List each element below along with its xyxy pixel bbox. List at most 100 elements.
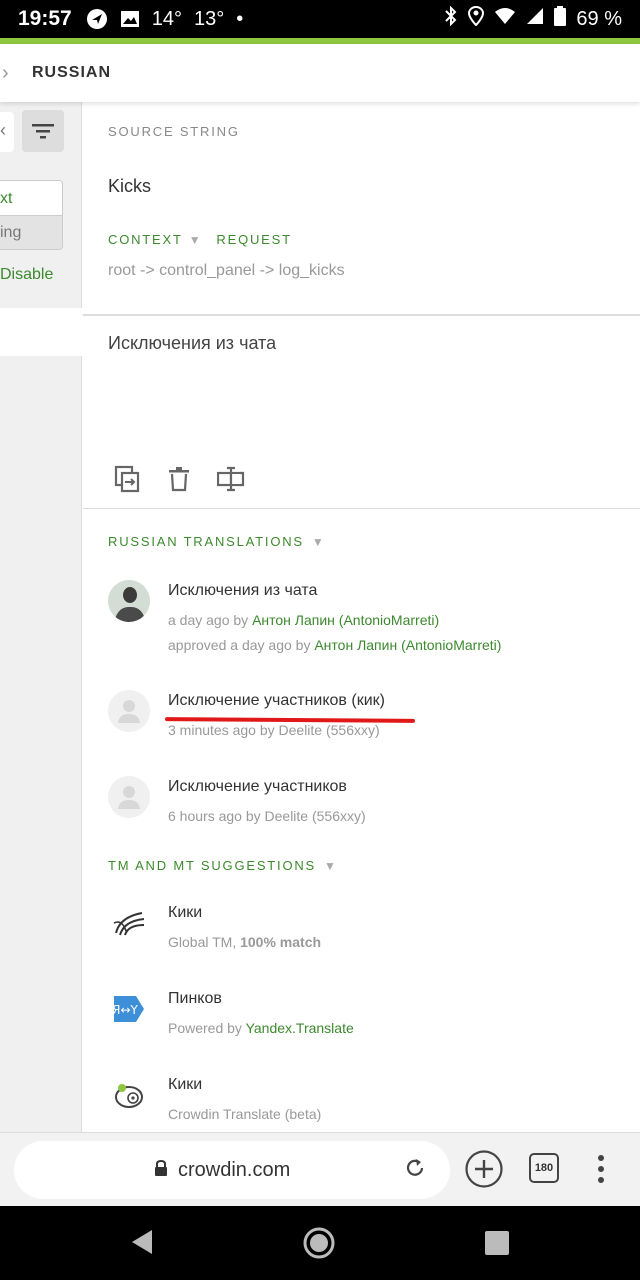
tab-switcher-button[interactable]: 180 [529,1153,559,1183]
filter-button[interactable] [22,110,64,152]
disable-link[interactable]: Disable [0,266,53,284]
battery-icon [554,6,567,32]
add-circle-icon [465,1150,503,1188]
image-icon [120,10,140,28]
suggestion-text: Кики [168,1076,203,1093]
wifi-icon [494,7,516,31]
filter-icon [32,124,54,139]
caret-down-icon[interactable]: ▼ [189,233,203,247]
overflow-menu-button[interactable] [594,1153,608,1185]
global-tm-icon [108,902,150,944]
avatar [108,580,150,622]
suggestion-meta: Powered by Yandex.Translate [168,1020,354,1036]
back-button[interactable] [130,1228,154,1261]
status-bar: 19:57 14° 13° • 69 % [0,0,640,38]
home-icon [303,1227,335,1259]
view-toggle: xt ing [0,180,63,250]
divider [83,508,640,509]
approval-text: approved a day ago by [168,637,315,653]
caret-down-icon[interactable]: ▼ [312,535,326,549]
battery-level: 69 % [576,7,622,30]
trash-icon [169,467,189,492]
author-link[interactable]: Антон Лапин (AntonioMarreti) [252,612,439,628]
context-toggle[interactable]: CONTEXT [108,232,183,247]
translation-tools [113,464,245,494]
copy-source-icon [114,465,140,493]
timestamp: a day ago by [168,612,253,628]
user-icon [108,690,150,732]
suggestions-heading[interactable]: TM AND MT SUGGESTIONS ▼ [108,858,338,873]
suggestion-item[interactable]: Кики Crowdin Translate (beta) [108,1074,628,1132]
view-toggle-option-2[interactable]: ing [0,216,62,249]
suggestion-meta: Crowdin Translate (beta) [168,1106,322,1122]
suggestion-text: Пинков [168,990,222,1007]
back-icon [132,1230,152,1254]
left-panel: ‹ xt ing Disable [0,102,82,1132]
user-icon [108,776,150,818]
temperature-2: 13° [193,7,225,30]
context-path: root -> control_panel -> log_kicks [108,262,345,279]
section-title: TM AND MT SUGGESTIONS [108,858,317,873]
translation-text: Исключение участников (кик) [168,692,385,709]
more-vert-icon [598,1155,604,1183]
chevron-right-icon[interactable]: › [2,62,22,85]
translation-item[interactable]: Исключение участников (кик) 3 minutes ag… [108,690,628,750]
location-icon [468,5,485,32]
reload-icon[interactable] [404,1157,426,1184]
divider [83,314,640,316]
yandex-translate-icon: Я↔Y [108,988,150,1030]
text-cursor-icon [217,466,245,492]
home-button[interactable] [302,1226,336,1265]
suggestion-source: Powered by [168,1020,246,1036]
navigation-icon [86,8,108,30]
source-string-label: SOURCE STRING [108,124,240,139]
recents-button[interactable] [484,1230,510,1261]
svg-text:Я↔Y: Я↔Y [112,1003,138,1017]
approval-meta: approved a day ago by Антон Лапин (Anton… [168,637,501,653]
translation-meta: 6 hours ago by Deelite (556xxy) [168,808,366,824]
recents-icon [485,1231,509,1255]
bluetooth-icon [444,5,458,32]
new-tab-button[interactable] [464,1149,504,1189]
avatar [108,776,150,818]
suggestion-item[interactable]: Я↔Y Пинков Powered by Yandex.Translate [108,988,628,1048]
translation-item[interactable]: Исключения из чата a day ago by Антон Ла… [108,580,628,660]
tab-count: 180 [529,1153,559,1183]
view-toggle-option-1[interactable]: xt [0,181,62,216]
system-nav-bar [0,1206,640,1280]
translation-meta: a day ago by Антон Лапин (AntonioMarreti… [168,612,439,628]
russian-translations-heading[interactable]: RUSSIAN TRANSLATIONS ▼ [108,534,326,549]
context-row: CONTEXT ▼ REQUEST [108,232,292,247]
avatar [108,690,150,732]
url-text: crowdin.com [178,1158,291,1181]
suggestion-meta: Global TM, 100% match [168,934,321,950]
delete-button[interactable] [165,464,193,494]
translation-text: Исключение участников [168,778,347,795]
suggestion-source: Global TM, [168,934,241,950]
source-string-text: Kicks [108,176,152,196]
notification-dot: • [236,7,244,30]
copy-source-button[interactable] [113,464,141,494]
clear-icon[interactable]: ‹ [0,120,6,141]
list-item-selected[interactable] [0,308,82,356]
split-button[interactable] [217,464,245,494]
clock: 19:57 [18,7,72,30]
translation-text: Исключения из чата [168,582,318,599]
editor-main: SOURCE STRING Kicks CONTEXT ▼ REQUEST ro… [83,102,640,1132]
translation-item[interactable]: Исключение участников 6 hours ago by Dee… [108,776,628,836]
section-title: RUSSIAN TRANSLATIONS [108,534,304,549]
yandex-translate-link[interactable]: Yandex.Translate [246,1020,354,1036]
page-title: RUSSIAN [32,64,112,81]
translation-input[interactable]: Исключения из чата [108,333,276,354]
temperature-1: 14° [151,7,182,30]
translation-meta: 3 minutes ago by Deelite (556xxy) [168,722,380,738]
match-percentage: 100% match [240,934,322,950]
approver-link[interactable]: Антон Лапин (AntonioMarreti) [314,637,501,653]
suggestion-item[interactable]: Кики Global TM, 100% match [108,902,628,962]
crowdin-translate-icon [108,1074,150,1116]
address-bar[interactable]: crowdin.com [14,1141,450,1199]
caret-down-icon[interactable]: ▼ [324,859,338,873]
request-context-link[interactable]: REQUEST [216,232,291,247]
suggestion-text: Кики [168,904,203,921]
signal-icon [526,7,544,31]
